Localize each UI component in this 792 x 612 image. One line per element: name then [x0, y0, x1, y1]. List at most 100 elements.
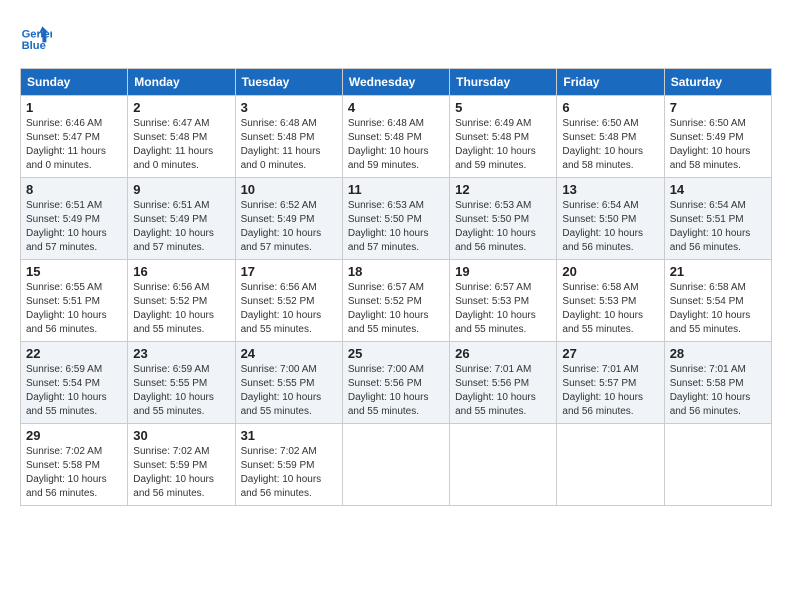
- day-number: 17: [241, 264, 337, 279]
- calendar-cell: 15 Sunrise: 6:55 AM Sunset: 5:51 PM Dayli…: [21, 260, 128, 342]
- day-info: Sunrise: 6:57 AM Sunset: 5:53 PM Dayligh…: [455, 281, 551, 337]
- day-info: Sunrise: 6:59 AM Sunset: 5:54 PM Dayligh…: [26, 363, 122, 419]
- day-number: 29: [26, 428, 122, 443]
- calendar-cell: 12 Sunrise: 6:53 AM Sunset: 5:50 PM Dayli…: [450, 178, 557, 260]
- calendar-cell: 3 Sunrise: 6:48 AM Sunset: 5:48 PM Daylig…: [235, 96, 342, 178]
- day-number: 3: [241, 100, 337, 115]
- day-number: 22: [26, 346, 122, 361]
- day-info: Sunrise: 7:02 AM Sunset: 5:59 PM Dayligh…: [241, 445, 337, 501]
- day-number: 2: [133, 100, 229, 115]
- day-number: 27: [562, 346, 658, 361]
- day-info: Sunrise: 7:01 AM Sunset: 5:57 PM Dayligh…: [562, 363, 658, 419]
- day-number: 21: [670, 264, 766, 279]
- day-number: 6: [562, 100, 658, 115]
- day-number: 10: [241, 182, 337, 197]
- calendar-cell: 24 Sunrise: 7:00 AM Sunset: 5:55 PM Dayli…: [235, 342, 342, 424]
- calendar-body: 1Sunrise: 6:46 AM Sunset: 5:47 PM Daylig…: [21, 96, 772, 506]
- calendar-cell: 9Sunrise: 6:51 AM Sunset: 5:49 PM Daylig…: [128, 178, 235, 260]
- day-number: 31: [241, 428, 337, 443]
- day-header-wednesday: Wednesday: [342, 69, 449, 96]
- day-number: 9: [133, 182, 229, 197]
- logo-icon: General Blue: [20, 20, 52, 52]
- calendar-cell: 19 Sunrise: 6:57 AM Sunset: 5:53 PM Dayli…: [450, 260, 557, 342]
- day-info: Sunrise: 7:00 AM Sunset: 5:55 PM Dayligh…: [241, 363, 337, 419]
- calendar-cell: 25 Sunrise: 7:00 AM Sunset: 5:56 PM Dayli…: [342, 342, 449, 424]
- day-number: 15: [26, 264, 122, 279]
- day-number: 13: [562, 182, 658, 197]
- day-number: 25: [348, 346, 444, 361]
- day-number: 28: [670, 346, 766, 361]
- day-number: 30: [133, 428, 229, 443]
- day-header-tuesday: Tuesday: [235, 69, 342, 96]
- calendar-cell: 8 Sunrise: 6:51 AM Sunset: 5:49 PM Daylig…: [21, 178, 128, 260]
- day-number: 20: [562, 264, 658, 279]
- day-number: 7: [670, 100, 766, 115]
- calendar-week-1: 1Sunrise: 6:46 AM Sunset: 5:47 PM Daylig…: [21, 96, 772, 178]
- calendar-cell: 31 Sunrise: 7:02 AM Sunset: 5:59 PM Dayli…: [235, 424, 342, 506]
- day-number: 4: [348, 100, 444, 115]
- calendar-cell: 2Sunrise: 6:47 AM Sunset: 5:48 PM Daylig…: [128, 96, 235, 178]
- day-info: Sunrise: 7:02 AM Sunset: 5:58 PM Dayligh…: [26, 445, 122, 501]
- calendar-cell: 17 Sunrise: 6:56 AM Sunset: 5:52 PM Dayli…: [235, 260, 342, 342]
- calendar-table: SundayMondayTuesdayWednesdayThursdayFrid…: [20, 68, 772, 506]
- calendar-cell: 27 Sunrise: 7:01 AM Sunset: 5:57 PM Dayli…: [557, 342, 664, 424]
- day-info: Sunrise: 7:02 AM Sunset: 5:59 PM Dayligh…: [133, 445, 229, 501]
- calendar-cell: 14Sunrise: 6:54 AM Sunset: 5:51 PM Dayli…: [664, 178, 771, 260]
- day-info: Sunrise: 6:56 AM Sunset: 5:52 PM Dayligh…: [133, 281, 229, 337]
- day-info: Sunrise: 6:48 AM Sunset: 5:48 PM Dayligh…: [241, 117, 337, 173]
- day-number: 8: [26, 182, 122, 197]
- day-info: Sunrise: 6:56 AM Sunset: 5:52 PM Dayligh…: [241, 281, 337, 337]
- day-number: 11: [348, 182, 444, 197]
- page-header: General Blue: [20, 20, 772, 52]
- day-header-thursday: Thursday: [450, 69, 557, 96]
- svg-text:Blue: Blue: [22, 40, 46, 52]
- day-info: Sunrise: 7:00 AM Sunset: 5:56 PM Dayligh…: [348, 363, 444, 419]
- day-info: Sunrise: 6:50 AM Sunset: 5:48 PM Dayligh…: [562, 117, 658, 173]
- day-header-sunday: Sunday: [21, 69, 128, 96]
- calendar-cell: 4 Sunrise: 6:48 AM Sunset: 5:48 PM Daylig…: [342, 96, 449, 178]
- day-info: Sunrise: 6:53 AM Sunset: 5:50 PM Dayligh…: [348, 199, 444, 255]
- day-info: Sunrise: 6:55 AM Sunset: 5:51 PM Dayligh…: [26, 281, 122, 337]
- day-number: 26: [455, 346, 551, 361]
- day-info: Sunrise: 7:01 AM Sunset: 5:58 PM Dayligh…: [670, 363, 766, 419]
- day-info: Sunrise: 7:01 AM Sunset: 5:56 PM Dayligh…: [455, 363, 551, 419]
- day-info: Sunrise: 6:58 AM Sunset: 5:53 PM Dayligh…: [562, 281, 658, 337]
- calendar-cell: 20 Sunrise: 6:58 AM Sunset: 5:53 PM Dayli…: [557, 260, 664, 342]
- calendar-cell: 29 Sunrise: 7:02 AM Sunset: 5:58 PM Dayli…: [21, 424, 128, 506]
- calendar-cell: 6 Sunrise: 6:50 AM Sunset: 5:48 PM Daylig…: [557, 96, 664, 178]
- calendar-week-3: 15 Sunrise: 6:55 AM Sunset: 5:51 PM Dayli…: [21, 260, 772, 342]
- day-number: 19: [455, 264, 551, 279]
- day-number: 12: [455, 182, 551, 197]
- svg-text:General: General: [22, 29, 52, 41]
- day-info: Sunrise: 6:53 AM Sunset: 5:50 PM Dayligh…: [455, 199, 551, 255]
- calendar-week-5: 29 Sunrise: 7:02 AM Sunset: 5:58 PM Dayli…: [21, 424, 772, 506]
- calendar-cell: 1Sunrise: 6:46 AM Sunset: 5:47 PM Daylig…: [21, 96, 128, 178]
- calendar-cell: [342, 424, 449, 506]
- calendar-cell: [664, 424, 771, 506]
- calendar-cell: 11 Sunrise: 6:53 AM Sunset: 5:50 PM Dayli…: [342, 178, 449, 260]
- day-info: Sunrise: 6:50 AM Sunset: 5:49 PM Dayligh…: [670, 117, 766, 173]
- day-info: Sunrise: 6:59 AM Sunset: 5:55 PM Dayligh…: [133, 363, 229, 419]
- calendar-cell: [557, 424, 664, 506]
- calendar-cell: 18 Sunrise: 6:57 AM Sunset: 5:52 PM Dayli…: [342, 260, 449, 342]
- logo: General Blue: [20, 20, 52, 52]
- calendar-cell: [450, 424, 557, 506]
- calendar-week-2: 8 Sunrise: 6:51 AM Sunset: 5:49 PM Daylig…: [21, 178, 772, 260]
- calendar-cell: 13Sunrise: 6:54 AM Sunset: 5:50 PM Dayli…: [557, 178, 664, 260]
- calendar-cell: 22 Sunrise: 6:59 AM Sunset: 5:54 PM Dayli…: [21, 342, 128, 424]
- day-info: Sunrise: 6:46 AM Sunset: 5:47 PM Dayligh…: [26, 117, 122, 173]
- day-number: 24: [241, 346, 337, 361]
- calendar-cell: 21Sunrise: 6:58 AM Sunset: 5:54 PM Dayli…: [664, 260, 771, 342]
- calendar-cell: 10 Sunrise: 6:52 AM Sunset: 5:49 PM Dayli…: [235, 178, 342, 260]
- day-info: Sunrise: 6:52 AM Sunset: 5:49 PM Dayligh…: [241, 199, 337, 255]
- day-info: Sunrise: 6:51 AM Sunset: 5:49 PM Dayligh…: [26, 199, 122, 255]
- calendar-cell: 23 Sunrise: 6:59 AM Sunset: 5:55 PM Dayli…: [128, 342, 235, 424]
- day-header-monday: Monday: [128, 69, 235, 96]
- day-info: Sunrise: 6:57 AM Sunset: 5:52 PM Dayligh…: [348, 281, 444, 337]
- day-info: Sunrise: 6:48 AM Sunset: 5:48 PM Dayligh…: [348, 117, 444, 173]
- day-number: 18: [348, 264, 444, 279]
- day-number: 16: [133, 264, 229, 279]
- day-number: 5: [455, 100, 551, 115]
- day-header-friday: Friday: [557, 69, 664, 96]
- day-number: 23: [133, 346, 229, 361]
